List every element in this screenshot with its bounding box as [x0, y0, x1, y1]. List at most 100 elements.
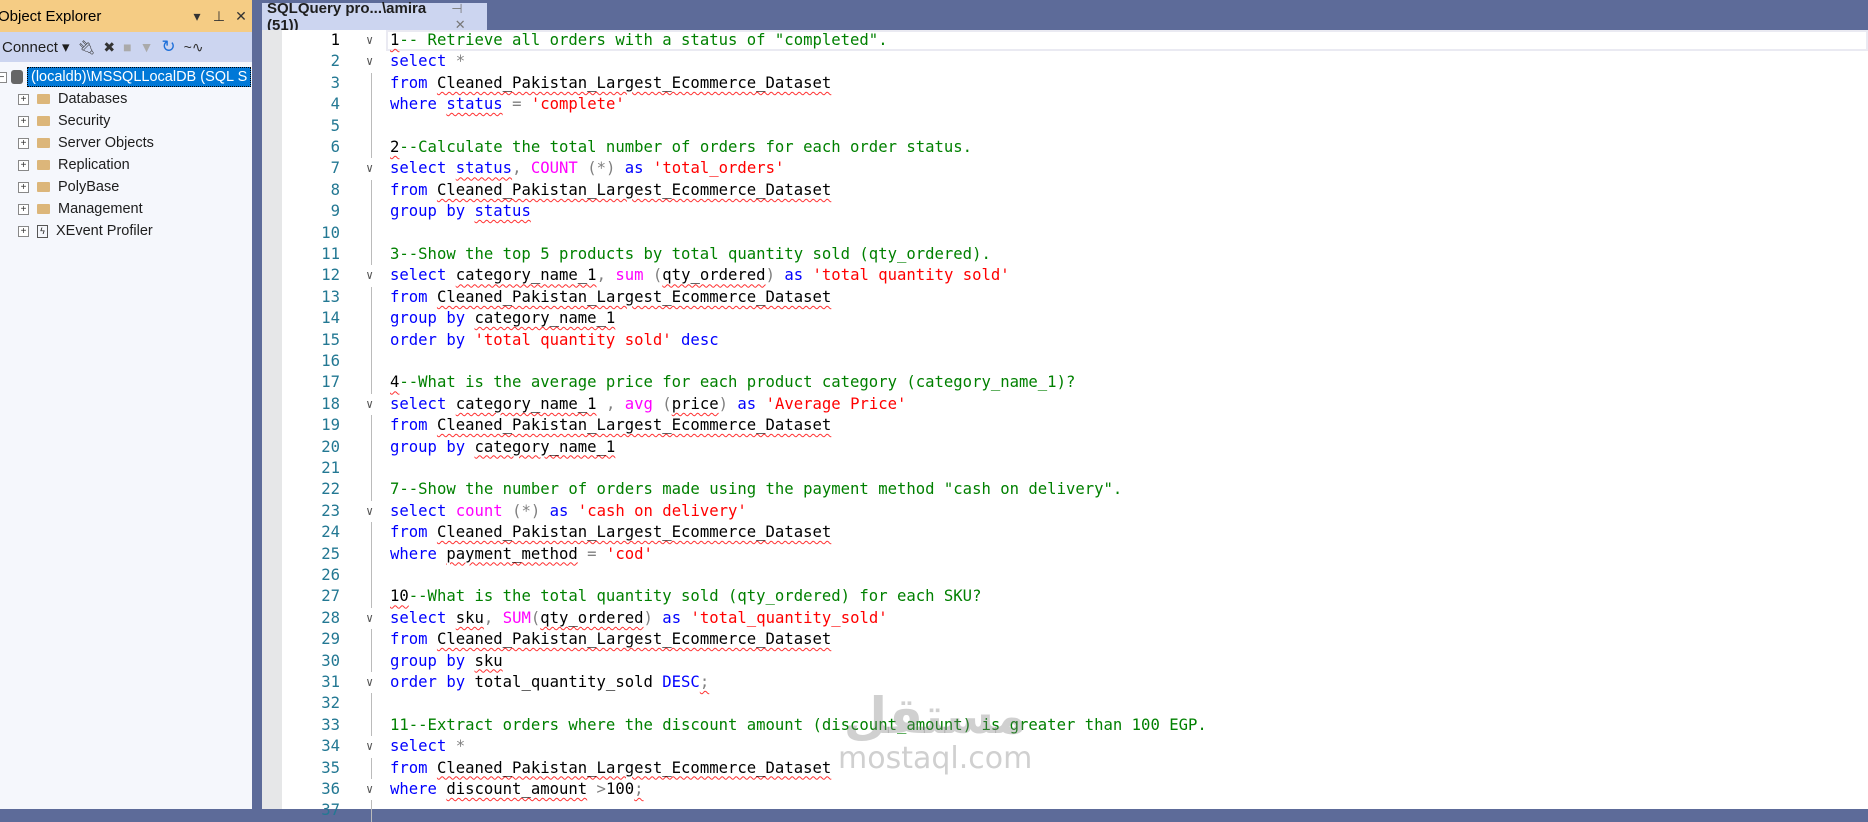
code-text: where status = 'complete' — [390, 94, 625, 115]
query-editor[interactable]: 1 ∨ 1-- Retrieve all orders with a status … — [262, 30, 1868, 822]
code-line[interactable]: 19 from Cleaned_Pakistan_Largest_Ecommerc… — [282, 415, 1868, 437]
close-icon[interactable]: ✕ — [230, 8, 252, 25]
code-line[interactable]: 36 ∨ where discount_amount >100; — [282, 779, 1868, 800]
expand-icon[interactable]: + — [18, 225, 29, 237]
fold-toggle-icon[interactable]: ∨ — [366, 30, 373, 51]
expand-icon[interactable]: + — [18, 93, 29, 105]
code-line[interactable]: 30 group by sku — [282, 650, 1868, 672]
code-line[interactable]: 1 ∨ 1-- Retrieve all orders with a status … — [282, 30, 1868, 52]
disconnect-icon[interactable]: ✖ — [103, 39, 115, 56]
code-text: group by sku — [390, 651, 503, 672]
code-line[interactable]: 25 where payment_method = 'cod' — [282, 543, 1868, 565]
tree-node-management[interactable]: + Management — [0, 198, 252, 220]
code-line[interactable]: 27 10--What is the total quantity sold (q… — [282, 586, 1868, 608]
tab-sqlquery[interactable]: SQLQuery pro...\amira (51)) ⊣ ✕ — [262, 0, 487, 34]
fold-toggle-icon[interactable]: ∨ — [366, 736, 373, 757]
code-line[interactable]: 17 4--What is the average price for each … — [282, 372, 1868, 394]
code-line[interactable]: 21 — [282, 458, 1868, 480]
fold-toggle-icon[interactable]: ∨ — [366, 608, 373, 629]
line-number: 33 — [321, 715, 340, 734]
refresh-icon[interactable]: ↻ — [161, 37, 175, 57]
pin-tab-icon[interactable]: ⊣ ✕ — [451, 1, 479, 33]
code-line[interactable]: 24 from Cleaned_Pakistan_Largest_Ecommerc… — [282, 522, 1868, 544]
code-line[interactable]: 9 group by status — [282, 201, 1868, 223]
code-line[interactable]: 18 ∨ select category_name_1 , avg (price) … — [282, 394, 1868, 415]
code-line[interactable]: 23 ∨ select count (*) as 'cash on delivery… — [282, 501, 1868, 522]
collapse-icon[interactable]: − — [0, 71, 7, 83]
code-line[interactable]: 29 from Cleaned_Pakistan_Largest_Ecommerc… — [282, 629, 1868, 651]
tree-node-label: Replication — [58, 157, 130, 173]
filter-icon[interactable]: ▼ — [140, 39, 154, 55]
line-number: 1 — [330, 31, 340, 49]
code-token: sku — [455, 608, 484, 627]
code-line[interactable]: 6 2--Calculate the total number of orders… — [282, 137, 1868, 159]
code-line[interactable]: 10 — [282, 222, 1868, 244]
code-line[interactable]: 11 3--Show the top 5 products by total qu… — [282, 244, 1868, 266]
fold-toggle-icon[interactable]: ∨ — [366, 501, 373, 522]
code-token: 100 — [605, 780, 635, 798]
code-line[interactable]: 5 — [282, 115, 1868, 137]
code-line[interactable]: 15 order by 'total quantity sold' desc — [282, 329, 1868, 351]
code-line[interactable]: 33 11--Extract orders where the discount … — [282, 714, 1868, 737]
tree-node-databases[interactable]: + Databases — [0, 88, 252, 110]
code-line[interactable]: 35 from Cleaned_Pakistan_Largest_Ecommerc… — [282, 757, 1868, 779]
pin-icon[interactable]: ⊥ — [208, 8, 230, 25]
expand-icon[interactable]: + — [18, 159, 29, 171]
line-number: 20 — [321, 437, 340, 456]
line-number: 35 — [321, 758, 340, 777]
folder-icon — [37, 116, 50, 126]
code-line[interactable]: 14 group by category_name_1 — [282, 308, 1868, 330]
code-token: group by — [390, 202, 466, 221]
fold-toggle-icon[interactable]: ∨ — [366, 779, 373, 800]
code-line[interactable]: 8 from Cleaned_Pakistan_Largest_Ecommerce… — [282, 179, 1868, 202]
code-line[interactable]: 20 group by category_name_1 — [282, 436, 1868, 458]
code-line[interactable]: 28 ∨ select sku, SUM(qty_ordered) as 'tota… — [282, 608, 1868, 629]
code-token: 'Average Price' — [756, 394, 907, 413]
fold-toggle-icon[interactable]: ∨ — [366, 265, 373, 286]
tree-node-security[interactable]: + Security — [0, 110, 252, 132]
code-line[interactable]: 12 ∨ select category_name_1, sum (qty_orde… — [282, 265, 1868, 286]
fold-toggle-icon[interactable]: ∨ — [366, 672, 373, 693]
activity-monitor-icon[interactable]: ~∿ — [184, 39, 204, 56]
code-token: status — [474, 202, 531, 221]
code-line[interactable]: 13 from Cleaned_Pakistan_Largest_Ecommerc… — [282, 286, 1868, 309]
dropdown-icon[interactable]: ▾ — [186, 8, 208, 25]
code-line[interactable]: 26 — [282, 565, 1868, 587]
tree-node-xevent-profiler[interactable]: + ϟ XEvent Profiler — [0, 220, 252, 242]
code-line[interactable]: 32 — [282, 693, 1868, 715]
tree-node-replication[interactable]: + Replication — [0, 154, 252, 176]
fold-toggle-icon[interactable]: ∨ — [366, 394, 373, 415]
code-line[interactable]: 22 7--Show the number of orders made usin… — [282, 479, 1868, 501]
code-line[interactable]: 7 ∨ select status, COUNT (*) as 'total_ord… — [282, 158, 1868, 179]
code-line[interactable]: 4 where status = 'complete' — [282, 94, 1868, 116]
fold-toggle-icon[interactable]: ∨ — [366, 158, 373, 179]
expand-icon[interactable]: + — [18, 115, 29, 127]
server-node[interactable]: − (localdb)\MSSQLLocalDB (SQL S — [0, 66, 252, 88]
connect-button[interactable]: Connect ▾ — [2, 38, 70, 56]
editor-margin — [262, 30, 282, 809]
stop-icon[interactable]: ■ — [123, 39, 131, 55]
line-number: 15 — [321, 330, 340, 349]
code-text: group by status — [390, 201, 531, 222]
fold-toggle-icon[interactable]: ∨ — [366, 51, 373, 72]
code-line[interactable]: 34 ∨ select * — [282, 736, 1868, 757]
fold-guide — [371, 201, 372, 223]
code-token: ( — [643, 266, 663, 285]
tree-node-polybase[interactable]: + PolyBase — [0, 176, 252, 198]
connect-plug-icon[interactable]: 🔌︎ — [78, 39, 96, 56]
code-token: group by — [390, 309, 466, 328]
line-number: 19 — [321, 416, 340, 435]
code-line[interactable]: 2 ∨ select * — [282, 51, 1868, 72]
tree-node-server-objects[interactable]: + Server Objects — [0, 132, 252, 154]
expand-icon[interactable]: + — [18, 203, 29, 215]
code-text: select count (*) as 'cash on delivery' — [390, 501, 747, 522]
code-line[interactable]: 31 ∨ order by total_quantity_sold DESC; — [282, 672, 1868, 693]
expand-icon[interactable]: + — [18, 181, 29, 193]
code-line[interactable]: 3 from Cleaned_Pakistan_Largest_Ecommerce… — [282, 72, 1868, 95]
code-line[interactable]: 16 — [282, 351, 1868, 373]
expand-icon[interactable]: + — [18, 137, 29, 149]
code-line[interactable]: 37 — [282, 800, 1868, 822]
code-text: select category_name_1 , avg (price) as … — [390, 394, 906, 415]
